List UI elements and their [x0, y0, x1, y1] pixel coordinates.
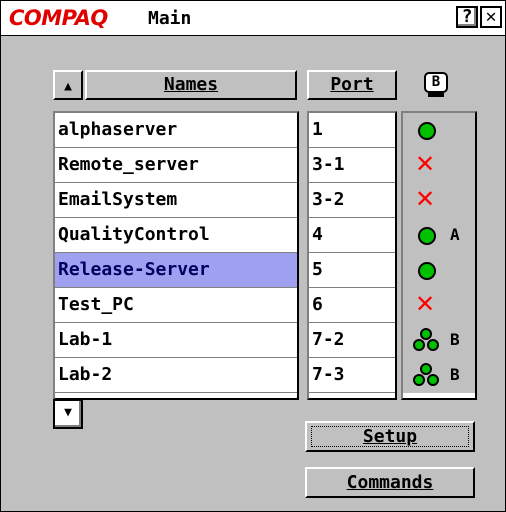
main-window: COMPAQ Main ? ✕ ▲ Names Port B alphaserv…: [0, 0, 506, 512]
names-header-label: Names: [163, 74, 219, 95]
sort-up-button[interactable]: ▲: [53, 70, 83, 100]
window-title: Main: [148, 8, 192, 29]
compaq-logo: COMPAQ: [9, 6, 108, 30]
commands-button[interactable]: Commands: [305, 467, 475, 498]
server-name-row[interactable]: alphaserver: [55, 113, 297, 148]
online-status-icon: [418, 122, 436, 140]
offline-status-icon: ✕: [415, 150, 436, 178]
online-status-icon: [418, 227, 436, 245]
names-list[interactable]: alphaserver Remote_server EmailSystem Quali…: [53, 111, 299, 400]
server-port-cell[interactable]: 6: [309, 288, 395, 323]
server-port-cell[interactable]: 5: [309, 253, 395, 288]
server-status-cell: ✕: [403, 183, 475, 218]
monitor-b-label: B: [424, 72, 448, 93]
port-header-label: Port: [330, 74, 374, 95]
channel-label: B: [450, 330, 460, 349]
offline-status-icon: ✕: [415, 290, 436, 318]
server-name-row[interactable]: EmailSystem: [55, 183, 297, 218]
server-port-cell[interactable]: 7-3: [309, 358, 395, 393]
cascade-group-icon: [413, 328, 439, 352]
server-port-cell[interactable]: 1: [309, 113, 395, 148]
server-status-cell: [403, 113, 475, 148]
server-name-row[interactable]: Lab-2: [55, 358, 297, 393]
offline-status-icon: ✕: [415, 185, 436, 213]
focus-ring: [311, 426, 469, 447]
down-arrow-icon: ▼: [64, 405, 72, 420]
server-name-row[interactable]: Release-Server: [55, 253, 297, 288]
server-status-cell: B: [403, 358, 475, 393]
server-name-row[interactable]: Remote_server: [55, 148, 297, 183]
server-name-row[interactable]: Lab-1: [55, 323, 297, 358]
setup-button[interactable]: Setup: [305, 421, 475, 452]
channel-label: A: [450, 225, 460, 244]
channel-label: B: [450, 365, 460, 384]
server-port-cell[interactable]: 4: [309, 218, 395, 253]
title-bar: COMPAQ Main ? ✕: [1, 1, 505, 36]
server-status-cell: B: [403, 323, 475, 358]
commands-label: Commands: [346, 472, 434, 493]
server-name-row[interactable]: QualityControl: [55, 218, 297, 253]
status-list: ✕ ✕ A ✕ B B: [401, 111, 477, 400]
server-port-cell[interactable]: 3-2: [309, 183, 395, 218]
server-name-row[interactable]: Test_PC: [55, 288, 297, 323]
server-port-cell[interactable]: 3-1: [309, 148, 395, 183]
cascade-group-icon: [413, 363, 439, 387]
server-status-cell: ✕: [403, 288, 475, 323]
help-button[interactable]: ?: [456, 6, 478, 28]
online-status-icon: [418, 262, 436, 280]
up-arrow-icon: ▲: [64, 79, 72, 94]
port-column-header[interactable]: Port: [307, 70, 397, 100]
server-status-cell: ✕: [403, 148, 475, 183]
names-column-header[interactable]: Names: [85, 70, 297, 100]
close-button[interactable]: ✕: [480, 6, 502, 28]
monitor-b-icon[interactable]: B: [424, 72, 448, 99]
server-status-cell: [403, 253, 475, 288]
server-port-cell[interactable]: 7-2: [309, 323, 395, 358]
server-status-cell: A: [403, 218, 475, 253]
sort-down-button[interactable]: ▼: [53, 399, 83, 429]
ports-list[interactable]: 1 3-1 3-2 4 5 6 7-2 7-3: [307, 111, 397, 400]
